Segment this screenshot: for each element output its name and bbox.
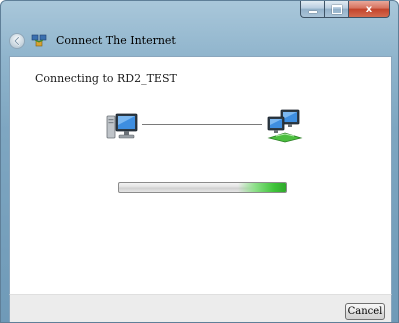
- network-connect-icon: [31, 34, 47, 47]
- footer-bar: Cancel: [9, 294, 392, 322]
- title-bar: x Connect The Internet: [1, 1, 398, 55]
- cancel-button[interactable]: Cancel: [345, 303, 385, 320]
- connection-line: [142, 124, 262, 125]
- back-arrow-icon: [14, 36, 20, 46]
- progress-marquee: [238, 183, 286, 192]
- network-computers-icon: [267, 109, 303, 143]
- close-icon: x: [365, 3, 373, 15]
- back-button[interactable]: [9, 33, 25, 49]
- connection-progress-bar: [118, 182, 287, 193]
- window-title: Connect The Internet: [56, 34, 176, 47]
- caption-buttons: x: [300, 1, 390, 19]
- maximize-icon: [331, 4, 342, 14]
- progress-fill: [119, 183, 286, 192]
- wizard-window: x Connect The Internet Connecting to RD2…: [0, 0, 399, 323]
- computer-icon: [106, 113, 138, 139]
- close-button[interactable]: x: [348, 1, 390, 18]
- maximize-button[interactable]: [324, 1, 348, 18]
- minimize-icon: [308, 10, 317, 13]
- minimize-button[interactable]: [300, 1, 324, 18]
- content-pane: Connecting to RD2_TEST: [9, 56, 392, 294]
- connection-status-text: Connecting to RD2_TEST: [35, 72, 177, 85]
